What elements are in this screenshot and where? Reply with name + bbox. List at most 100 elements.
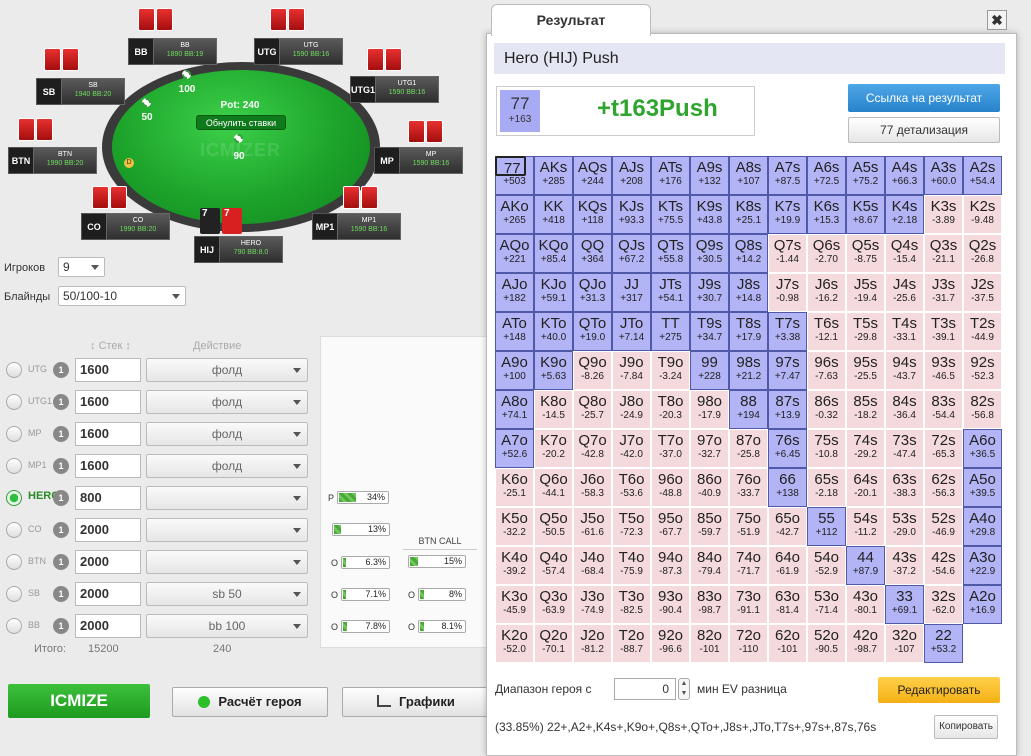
reset-bets-button[interactable]: Обнулить ставки xyxy=(196,115,286,130)
range-cell[interactable]: T7s +3.38 xyxy=(768,312,807,351)
range-cell[interactable]: Q4s -15.4 xyxy=(885,234,924,273)
stack-input[interactable]: 1600 xyxy=(75,390,141,414)
player-badge[interactable]: 1 xyxy=(53,394,69,410)
range-cell[interactable]: 72s -65.3 xyxy=(924,429,963,468)
range-cell[interactable]: T2o -88.7 xyxy=(612,624,651,663)
range-cell[interactable]: TT +275 xyxy=(651,312,690,351)
range-cell[interactable]: 73o -91.1 xyxy=(729,585,768,624)
range-cell[interactable]: 32s -62.0 xyxy=(924,585,963,624)
player-radio[interactable] xyxy=(6,458,22,474)
range-cell[interactable]: Q7s -1.44 xyxy=(768,234,807,273)
range-cell[interactable]: K8o -14.5 xyxy=(534,390,573,429)
range-cell[interactable]: 65s -2.18 xyxy=(807,468,846,507)
range-cell[interactable]: 87o -25.8 xyxy=(729,429,768,468)
action-select[interactable]: фолд xyxy=(146,358,308,382)
range-cell[interactable]: KJo +59.1 xyxy=(534,273,573,312)
range-cell[interactable]: K5o -32.2 xyxy=(495,507,534,546)
range-cell[interactable]: J3s -31.7 xyxy=(924,273,963,312)
range-cell[interactable]: KTo +40.0 xyxy=(534,312,573,351)
action-select[interactable]: фолд xyxy=(146,390,308,414)
range-cell[interactable]: T3s -39.1 xyxy=(924,312,963,351)
range-cell[interactable]: 54s -11.2 xyxy=(846,507,885,546)
range-cell[interactable]: 52o -90.5 xyxy=(807,624,846,663)
range-cell[interactable]: QTo +19.0 xyxy=(573,312,612,351)
range-cell[interactable]: A6o +36.5 xyxy=(963,429,1002,468)
range-cell[interactable]: 43s -37.2 xyxy=(885,546,924,585)
range-cell[interactable]: 42o -98.7 xyxy=(846,624,885,663)
range-cell[interactable]: 76s +6.45 xyxy=(768,429,807,468)
range-cell[interactable]: Q6s -2.70 xyxy=(807,234,846,273)
range-cell[interactable]: 55 +112 xyxy=(807,507,846,546)
player-radio[interactable] xyxy=(6,394,22,410)
range-cell[interactable]: T7o -37.0 xyxy=(651,429,690,468)
range-cell[interactable]: T8o -20.3 xyxy=(651,390,690,429)
range-cell[interactable]: 54o -52.9 xyxy=(807,546,846,585)
range-cell[interactable]: K7s +19.9 xyxy=(768,195,807,234)
seat-mp[interactable]: MP MP 1590 BB:16 xyxy=(374,147,464,174)
range-cell[interactable]: 63s -38.3 xyxy=(885,468,924,507)
range-cell[interactable]: 82s -56.8 xyxy=(963,390,1002,429)
seat-utg1[interactable]: UTG1 UTG1 1590 BB:16 xyxy=(350,76,440,103)
range-cell[interactable]: 75s -10.8 xyxy=(807,429,846,468)
range-cell[interactable]: KK +418 xyxy=(534,195,573,234)
range-cell[interactable]: 95o -67.7 xyxy=(651,507,690,546)
range-cell[interactable]: K3s -3.89 xyxy=(924,195,963,234)
action-select[interactable] xyxy=(146,486,308,510)
range-cell[interactable]: 99 +228 xyxy=(690,351,729,390)
range-cell[interactable]: 98o -17.9 xyxy=(690,390,729,429)
range-cell[interactable]: 77+163 xyxy=(495,156,526,176)
range-cell[interactable]: T6s -12.1 xyxy=(807,312,846,351)
range-cell[interactable]: Q5o -50.5 xyxy=(534,507,573,546)
range-cell[interactable]: T9s +34.7 xyxy=(690,312,729,351)
players-select[interactable]: 9 xyxy=(58,257,105,277)
action-select[interactable] xyxy=(146,518,308,542)
player-badge[interactable]: 1 xyxy=(53,586,69,602)
range-cell[interactable]: A9s +132 xyxy=(690,156,729,195)
player-radio[interactable] xyxy=(6,426,22,442)
player-badge[interactable]: 1 xyxy=(53,362,69,378)
range-cell[interactable]: 97s +7.47 xyxy=(768,351,807,390)
range-cell[interactable]: 33 +69.1 xyxy=(885,585,924,624)
range-cell[interactable]: JJ +317 xyxy=(612,273,651,312)
range-cell[interactable]: 84o -79.4 xyxy=(690,546,729,585)
range-cell[interactable]: A7o +52.6 xyxy=(495,429,534,468)
edit-button[interactable]: Редактировать xyxy=(878,677,1000,703)
range-cell[interactable]: 64s -20.1 xyxy=(846,468,885,507)
range-cell[interactable]: K8s +25.1 xyxy=(729,195,768,234)
range-cell[interactable]: T3o -82.5 xyxy=(612,585,651,624)
range-cell[interactable]: AKs +285 xyxy=(534,156,573,195)
range-cell[interactable]: 96s -7.63 xyxy=(807,351,846,390)
range-cell[interactable]: 62s -56.3 xyxy=(924,468,963,507)
range-cell[interactable]: AQs +244 xyxy=(573,156,612,195)
range-cell[interactable]: QQ +364 xyxy=(573,234,612,273)
range-cell[interactable]: Q6o -44.1 xyxy=(534,468,573,507)
range-cell[interactable]: AKo +265 xyxy=(495,195,534,234)
range-cell[interactable]: K5s +8.67 xyxy=(846,195,885,234)
range-cell[interactable]: 92s -52.3 xyxy=(963,351,1002,390)
range-cell[interactable]: 85o -59.7 xyxy=(690,507,729,546)
player-radio[interactable] xyxy=(6,362,22,378)
range-cell[interactable]: QJo +31.3 xyxy=(573,273,612,312)
seat-btn[interactable]: BTN BTN 1990 BB:20 xyxy=(8,147,98,174)
range-cell[interactable]: J6o -58.3 xyxy=(573,468,612,507)
seat-mp1[interactable]: MP1 MP1 1590 BB:16 xyxy=(312,213,402,240)
range-cell[interactable]: T6o -53.6 xyxy=(612,468,651,507)
range-cell[interactable]: 93o -90.4 xyxy=(651,585,690,624)
range-cell[interactable]: J7o -42.0 xyxy=(612,429,651,468)
range-cell[interactable]: 94o -87.3 xyxy=(651,546,690,585)
range-cell[interactable]: Q2o -70.1 xyxy=(534,624,573,663)
range-cell[interactable]: J6s -16.2 xyxy=(807,273,846,312)
range-cell[interactable]: 44 +87.9 xyxy=(846,546,885,585)
range-ev-input[interactable]: 0 xyxy=(614,678,676,700)
range-cell[interactable]: JTo +7.14 xyxy=(612,312,651,351)
range-cell[interactable]: KQs +118 xyxy=(573,195,612,234)
action-select[interactable]: фолд xyxy=(146,454,308,478)
range-cell[interactable]: Q9s +30.5 xyxy=(690,234,729,273)
stack-input[interactable]: 1600 xyxy=(75,454,141,478)
seat-utg[interactable]: UTG UTG 1590 BB:16 xyxy=(254,38,344,65)
stack-input[interactable]: 2000 xyxy=(75,518,141,542)
range-cell[interactable]: 86o -40.9 xyxy=(690,468,729,507)
range-cell[interactable]: 53s -29.0 xyxy=(885,507,924,546)
range-cell[interactable]: J3o -74.9 xyxy=(573,585,612,624)
range-cell[interactable]: A4o +29.8 xyxy=(963,507,1002,546)
